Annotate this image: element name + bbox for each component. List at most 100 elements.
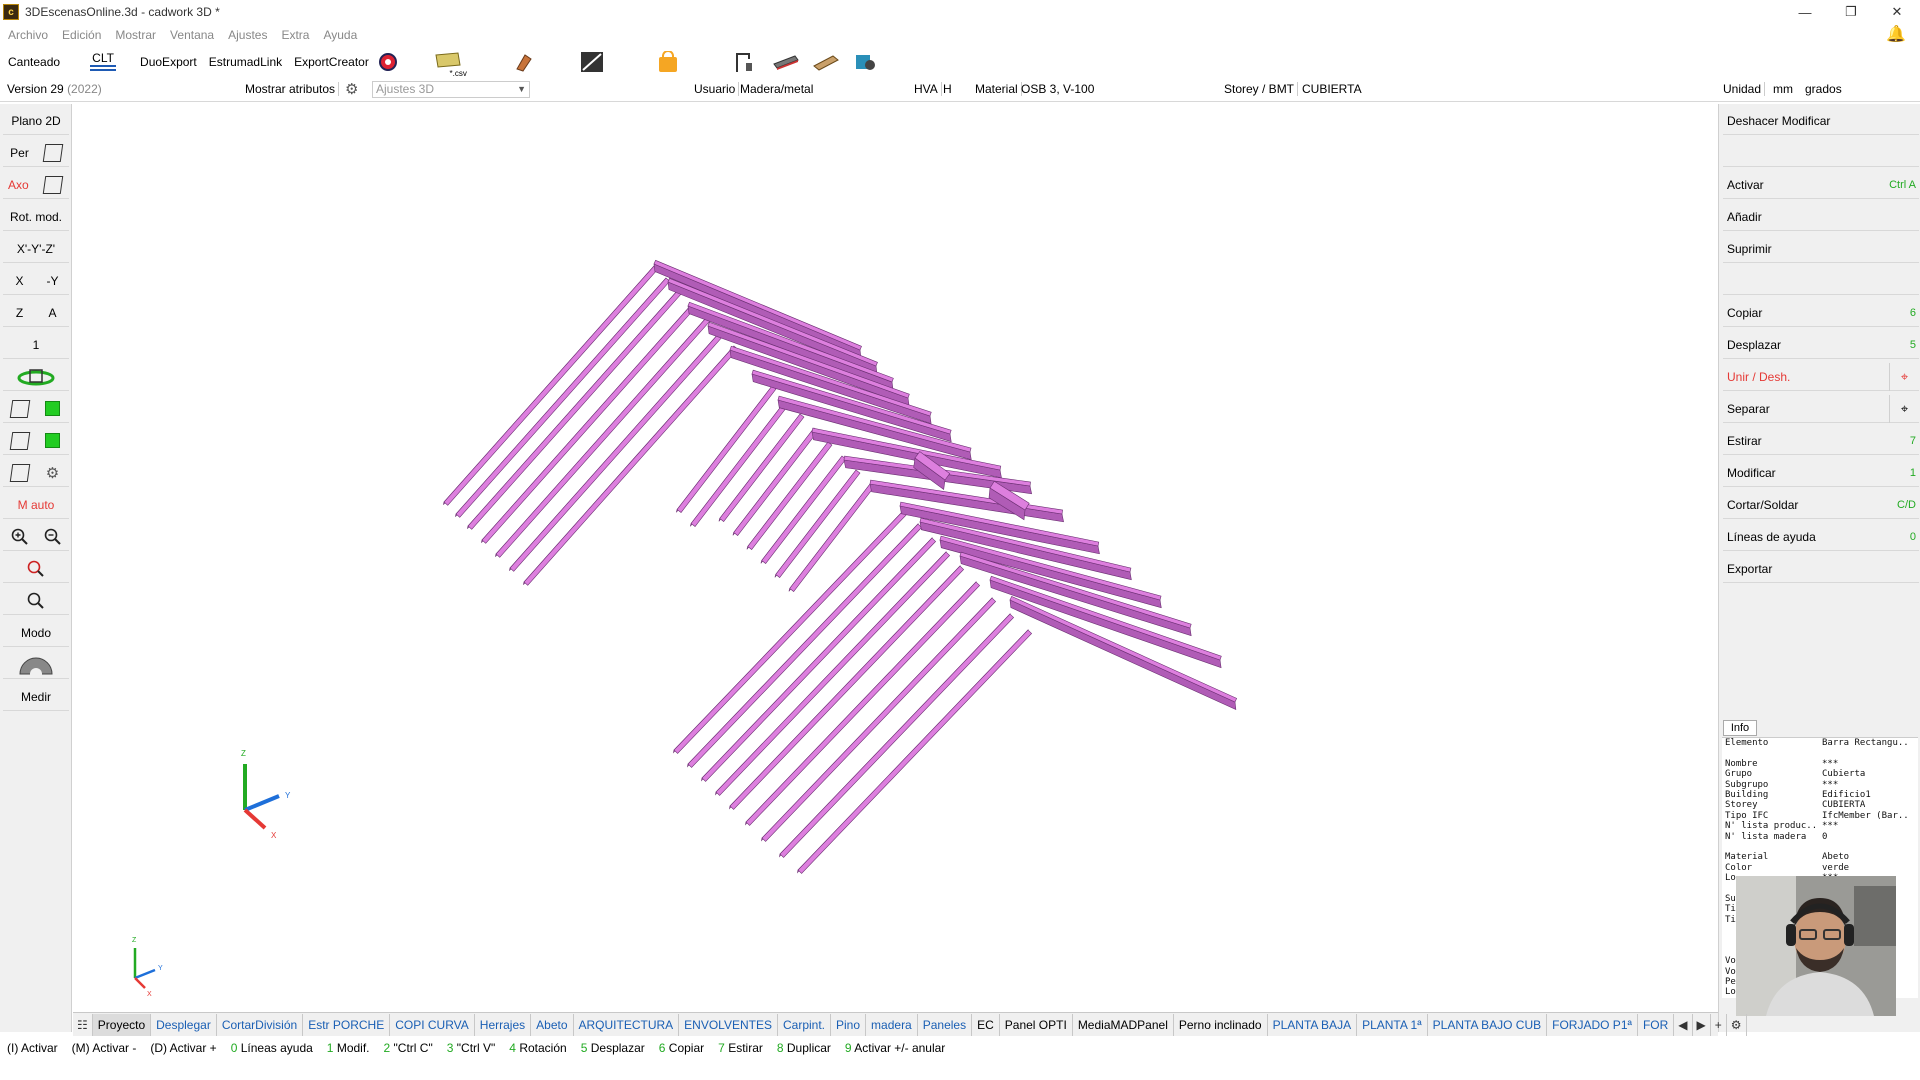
rafter-lower[interactable] [760,597,997,842]
tab-item[interactable]: CortarDivisión [217,1013,304,1036]
tab-item[interactable]: COPI CURVA [390,1013,475,1036]
unir-desh-button[interactable]: Unir / Desh. ⌖ [1723,363,1919,391]
rafter-upper[interactable] [509,331,725,572]
estirar-button[interactable]: Estirar 7 [1723,427,1919,455]
modo-button[interactable]: Modo [3,619,69,647]
separar-button[interactable]: Separar ⌖ [1723,395,1919,423]
scan-tool-icon[interactable] [853,50,879,74]
settings-gear-icon[interactable]: ⚙ [345,80,358,98]
zoom-in-icon[interactable] [3,523,36,551]
view-1-button[interactable]: 1 [3,331,69,359]
unidad-mm[interactable]: mm [1773,82,1793,96]
tab-item[interactable]: ENVOLVENTES [679,1013,778,1036]
tab-item[interactable]: Estr PORCHE [303,1013,391,1036]
rafter-middle[interactable] [676,385,777,513]
lineas-ayuda-button[interactable]: Líneas de ayuda 0 [1723,523,1919,551]
modificar-button[interactable]: Modificar 1 [1723,459,1919,487]
zoom-out-icon[interactable] [36,523,69,551]
tab-item[interactable]: Desplegar [151,1013,217,1036]
beam-tool-icon[interactable] [511,50,537,74]
tab-item[interactable]: Herrajes [475,1013,532,1036]
tab-item[interactable]: Panel OPTI [1000,1013,1073,1036]
rafter-lower[interactable] [796,629,1033,874]
desplazar-button[interactable]: Desplazar 5 [1723,331,1919,359]
tab-item[interactable]: FORJADO P1ª [1547,1013,1638,1036]
usuario-value[interactable]: Madera/metal [740,82,813,96]
menu-ventana[interactable]: Ventana [162,28,220,42]
gear-wheel-icon[interactable] [3,651,69,679]
view-neg-y-button[interactable]: -Y [36,267,69,295]
tab-item[interactable]: Pino [831,1013,867,1036]
rafter-middle[interactable] [732,427,819,536]
green-cube-icon[interactable] [36,427,69,455]
axo-cube-icon[interactable] [36,171,69,199]
roof-structure-model[interactable] [73,104,1718,1012]
tab-item[interactable]: FOR [1638,1013,1675,1036]
tab-item[interactable]: Paneles [918,1013,973,1036]
view-x-button[interactable]: X [3,267,36,295]
rafter-lower[interactable] [744,581,981,826]
cortar-soldar-button[interactable]: Cortar/Soldar C/D [1723,491,1919,519]
restore-button[interactable]: ❐ [1828,0,1874,24]
rafter-middle[interactable] [746,441,833,550]
hidden-line-cube-icon[interactable] [3,427,36,455]
tab-item[interactable]: MediaMADPanel [1073,1013,1174,1036]
tab-scroll-right-icon[interactable]: ▶ [1693,1013,1711,1036]
rafter-lower[interactable] [700,537,937,782]
clt-button[interactable]: CLT [86,52,120,72]
tab-item[interactable]: Abeto [531,1013,574,1036]
copiar-button[interactable]: Copiar 6 [1723,299,1919,327]
duoexport-button[interactable]: DuoExport [136,55,201,69]
deshacer-modificar-button[interactable]: Deshacer Modificar [1723,107,1919,135]
rafter-middle[interactable] [760,455,847,564]
unidad-grados[interactable]: grados [1805,82,1842,96]
rafter-lower[interactable] [778,613,1015,858]
add-tab-icon[interactable]: + [1711,1013,1727,1036]
rafter-middle[interactable] [774,469,861,578]
menu-ayuda[interactable]: Ayuda [315,28,363,42]
separate-icon[interactable]: ⌖ [1889,395,1919,423]
zoom-all-icon[interactable] [3,555,69,583]
suprimir-button[interactable]: Suprimir [1723,235,1919,263]
rafter-middle[interactable] [690,399,791,527]
tab-item[interactable]: PLANTA BAJO CUB [1428,1013,1548,1036]
tab-item[interactable]: EC [972,1013,1000,1036]
estrumadlink-button[interactable]: EstrumadLink [205,55,286,69]
per-button[interactable]: Per [3,139,36,167]
wood-tool-icon[interactable] [812,50,839,74]
rafter-middle[interactable] [718,413,805,522]
3d-viewport[interactable]: Z Y X Z Y X [73,104,1718,1012]
solid-green-cube-icon[interactable] [36,395,69,423]
tab-scroll-left-icon[interactable]: ◀ [1674,1013,1693,1036]
view-z-button[interactable]: Z [3,299,36,327]
menu-extra[interactable]: Extra [273,28,315,42]
material-value[interactable]: OSB 3, V-100 [1021,82,1094,96]
canteado-button[interactable]: Canteado [4,55,64,69]
lock-icon[interactable] [655,50,681,74]
hva-value[interactable]: H [943,82,952,96]
exportcreator-button[interactable]: ExportCreator [290,55,373,69]
menu-archivo[interactable]: Archivo [0,28,54,42]
tab-item[interactable]: PLANTA 1ª [1357,1013,1428,1036]
mostrar-atributos-button[interactable]: Mostrar atributos [245,82,340,96]
xyz-view-button[interactable]: X'-Y'-Z' [3,235,69,263]
close-button[interactable]: ✕ [1874,0,1920,24]
view-a-button[interactable]: A [36,299,69,327]
tab-item[interactable]: Perno inclinado [1174,1013,1268,1036]
tab-settings-icon[interactable]: ⚙ [1727,1013,1747,1036]
rot-mod-button[interactable]: Rot. mod. [3,203,69,231]
rafter-upper[interactable] [467,289,683,530]
crane-tool-icon[interactable] [731,50,757,74]
exportar-button[interactable]: Exportar [1723,555,1919,583]
tab-item[interactable]: Proyecto [92,1013,152,1036]
info-tab[interactable]: Info [1723,720,1757,736]
menu-ajustes[interactable]: Ajustes [220,28,273,42]
tab-item[interactable]: ARQUITECTURA [574,1013,680,1036]
minimize-button[interactable]: — [1782,0,1828,24]
frame-tool-icon[interactable] [579,50,605,74]
storey-value[interactable]: CUBIERTA [1302,82,1362,96]
cube-settings-icon[interactable] [3,459,36,487]
menu-mostrar[interactable]: Mostrar [107,28,162,42]
rafter-middle[interactable] [788,483,875,592]
perspective-cube-icon[interactable] [36,139,69,167]
